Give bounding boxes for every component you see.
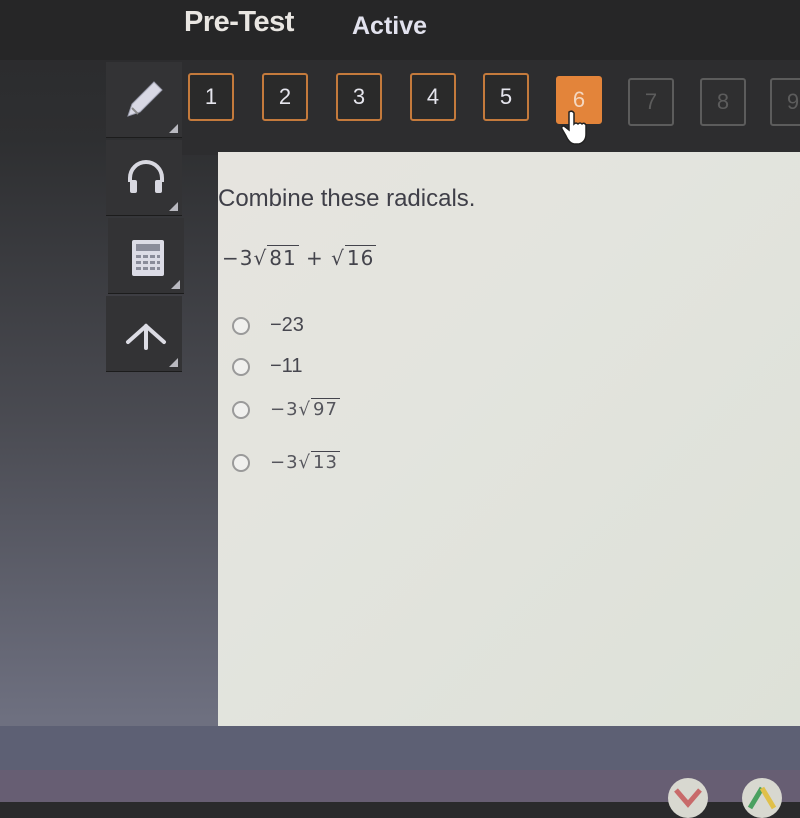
calculator-tool-button[interactable] <box>108 218 184 294</box>
option-radicand: 13 <box>311 451 340 473</box>
option-coefficient: −3 <box>270 399 299 420</box>
option-label: −23 <box>270 314 304 336</box>
question-button-7[interactable]: 7 <box>628 78 674 126</box>
expand-corner-icon <box>169 358 178 367</box>
question-button-4[interactable]: 4 <box>410 73 456 121</box>
pencil-icon <box>127 81 163 117</box>
question-button-9[interactable]: 9 <box>770 78 800 126</box>
answer-option-2[interactable]: −11 <box>232 355 302 378</box>
headphones-icon <box>128 160 164 193</box>
expand-corner-icon <box>171 280 180 289</box>
option-label: −11 <box>270 355 303 377</box>
drive-icon <box>747 786 777 810</box>
pencil-tool-button[interactable] <box>106 62 182 138</box>
up-arrow-icon <box>126 323 166 350</box>
question-button-2[interactable]: 2 <box>262 73 308 121</box>
taskbar-drive-icon[interactable] <box>742 778 782 818</box>
option-radicand: 97 <box>311 398 340 420</box>
option-label: −3√ 97 <box>270 398 340 420</box>
question-panel <box>218 152 800 726</box>
question-button-1[interactable]: 1 <box>188 73 234 121</box>
question-expression: −3√ 81 + √ 16 <box>222 245 377 270</box>
hand-cursor-icon <box>561 110 587 145</box>
radio-button[interactable] <box>232 357 250 376</box>
radical-sign: √ <box>298 452 312 473</box>
reference-tool-button[interactable] <box>106 296 182 372</box>
answer-option-1[interactable]: −23 <box>232 314 304 337</box>
expression-radicand-2: 16 <box>344 245 377 270</box>
radical-sign: √ <box>331 246 345 270</box>
answer-option-4[interactable]: −3√ 13 <box>232 451 340 473</box>
option-label: −3√ 13 <box>270 451 340 473</box>
expression-coefficient: −3 <box>222 246 254 270</box>
radio-button[interactable] <box>232 453 250 472</box>
radical-sign: √ <box>253 246 268 270</box>
expression-plus: + <box>306 246 324 270</box>
question-button-5[interactable]: 5 <box>483 73 529 121</box>
app-logo-icon <box>674 788 702 808</box>
question-button-3[interactable]: 3 <box>336 73 382 121</box>
radio-button[interactable] <box>232 316 250 335</box>
radio-button[interactable] <box>232 400 250 419</box>
radical-sign: √ <box>298 399 312 420</box>
option-coefficient: −3 <box>270 452 299 473</box>
question-button-8[interactable]: 8 <box>700 78 746 126</box>
expand-corner-icon <box>169 202 178 211</box>
calculator-icon <box>132 240 164 276</box>
screen-bottom-bezel <box>0 726 800 770</box>
page-title: Pre-Test <box>184 6 294 38</box>
expand-corner-icon <box>169 124 178 133</box>
answer-option-3[interactable]: −3√ 97 <box>232 398 340 420</box>
expression-radicand-1: 81 <box>267 245 299 270</box>
status-label: Active <box>352 12 428 40</box>
question-prompt: Combine these radicals. <box>218 185 476 212</box>
taskbar-app-icon[interactable] <box>668 778 708 818</box>
audio-tool-button[interactable] <box>106 140 182 216</box>
